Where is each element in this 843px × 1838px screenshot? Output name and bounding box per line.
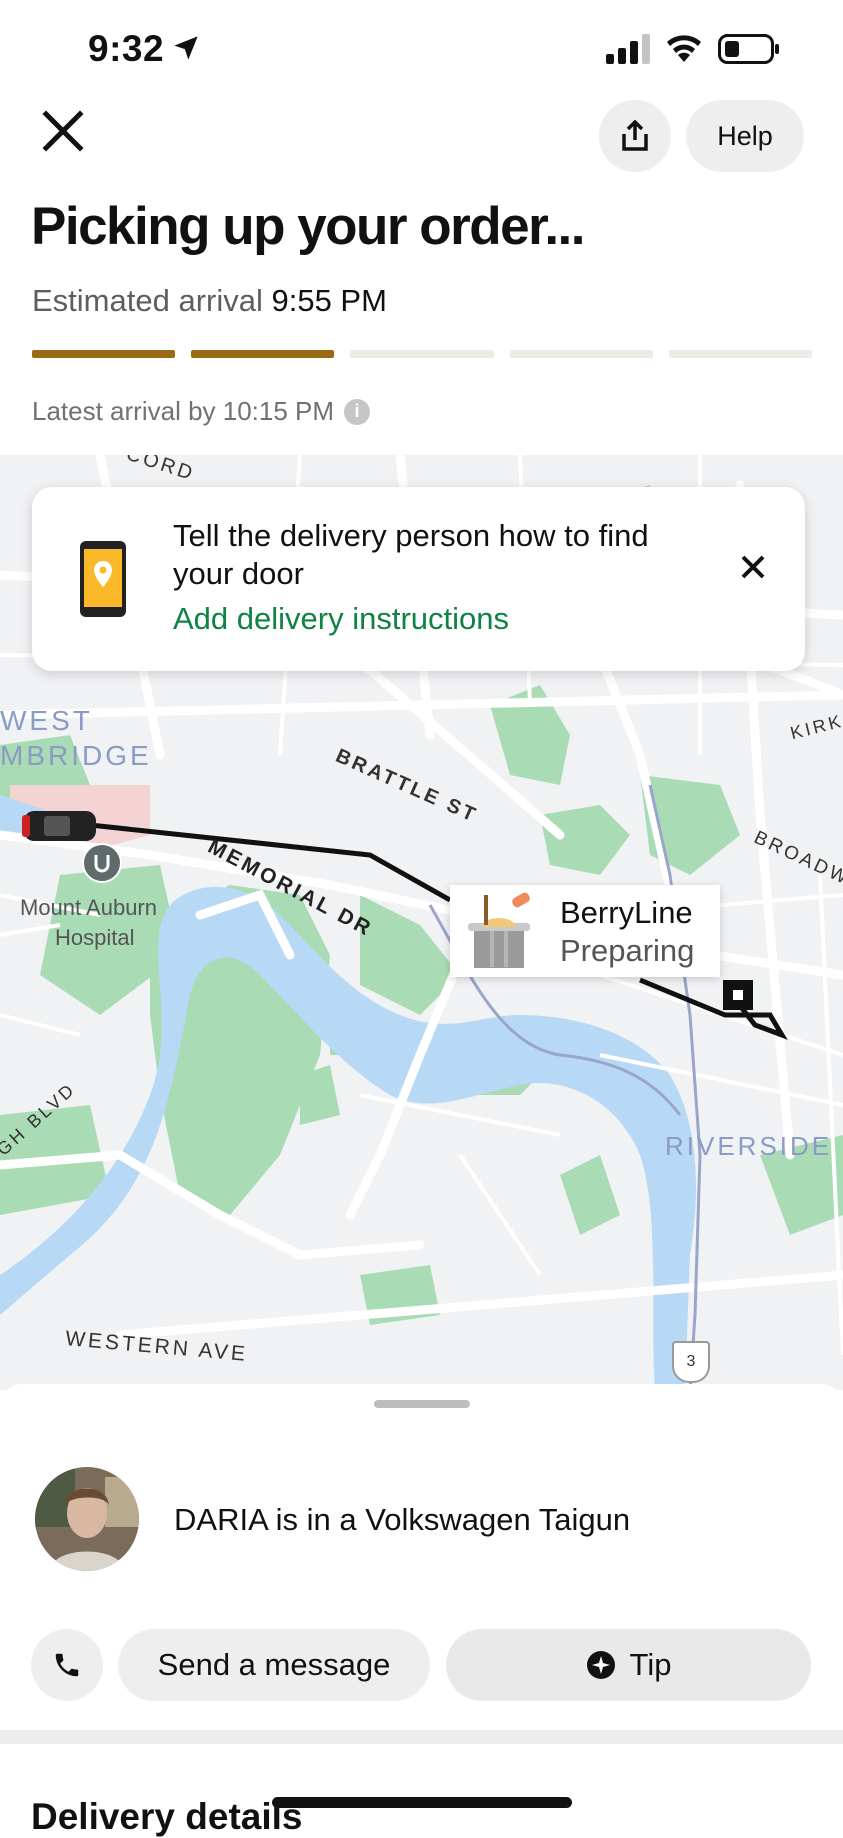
tip-button[interactable]: Tip — [446, 1629, 811, 1701]
map-label-riverside: RIVERSIDE — [665, 1131, 833, 1161]
cellular-signal-icon — [606, 34, 650, 64]
info-icon[interactable]: i — [344, 398, 371, 425]
delivery-instructions-banner: Tell the delivery person how to find you… — [32, 487, 805, 671]
call-driver-button[interactable] — [31, 1629, 103, 1701]
share-icon — [622, 120, 648, 151]
map-label-cambridge: MBRIDGE — [0, 740, 152, 771]
destination-marker — [723, 980, 753, 1010]
progress-segment — [191, 350, 335, 358]
restaurant-card[interactable]: BerryLine Preparing — [450, 885, 720, 977]
progress-segment — [668, 350, 813, 358]
add-delivery-instructions-link[interactable]: Add delivery instructions — [173, 601, 509, 637]
hospital-icon — [82, 843, 122, 883]
estimated-arrival: Estimated arrival 9:55 PM — [32, 283, 387, 319]
delivery-progress-bar — [32, 350, 813, 358]
map-label-hospital-1: Mount Auburn — [20, 895, 157, 920]
driver-avatar — [35, 1467, 139, 1571]
phone-location-icon — [80, 541, 126, 617]
help-button[interactable]: Help — [686, 100, 804, 172]
cooking-pot-icon — [468, 892, 530, 968]
section-divider — [0, 1730, 843, 1744]
latest-arrival: Latest arrival by 10:15 PM i — [32, 396, 371, 427]
eta-label: Estimated arrival — [32, 283, 263, 318]
eta-time: 9:55 PM — [271, 283, 387, 318]
close-button[interactable] — [38, 106, 88, 156]
tip-star-icon — [586, 1651, 615, 1679]
progress-segment — [32, 350, 176, 358]
route-shield: 3 — [672, 1341, 710, 1383]
status-time: 9:32 — [88, 28, 165, 69]
close-banner-button[interactable] — [735, 549, 771, 585]
phone-icon — [55, 1653, 79, 1677]
progress-segment — [509, 350, 653, 358]
progress-segment — [350, 350, 494, 358]
sheet-drag-handle[interactable] — [374, 1400, 470, 1408]
share-button[interactable] — [599, 100, 671, 172]
map-label-hospital-2: Hospital — [55, 925, 135, 950]
driver-vehicle-info: DARIA is in a Volkswagen Taigun — [174, 1502, 631, 1537]
banner-text: Tell the delivery person how to find you… — [173, 518, 649, 591]
restaurant-status: Preparing — [560, 933, 695, 968]
tip-label: Tip — [629, 1647, 672, 1682]
bottom-sheet: DARIA is in a Volkswagen Taigun Send a m… — [0, 1384, 843, 1837]
home-indicator[interactable] — [272, 1797, 572, 1808]
wifi-icon — [667, 35, 701, 62]
page-title: Picking up your order... — [31, 197, 586, 256]
delivery-details-title: Delivery details — [31, 1796, 303, 1837]
send-message-button[interactable]: Send a message — [118, 1629, 430, 1701]
battery-icon — [718, 34, 779, 64]
map-label-west: WEST — [0, 705, 93, 736]
location-arrow-icon — [174, 36, 198, 60]
latest-arrival-text: Latest arrival by 10:15 PM — [32, 396, 335, 426]
restaurant-name: BerryLine — [560, 895, 693, 930]
car-icon — [22, 811, 96, 841]
